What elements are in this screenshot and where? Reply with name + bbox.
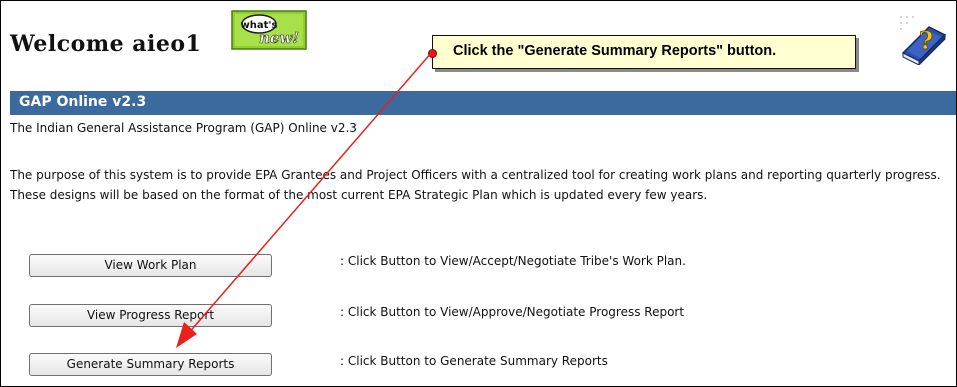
view-progress-report-button[interactable]: View Progress Report <box>29 304 272 327</box>
help-book-icon[interactable]: ? <box>897 13 949 65</box>
generate-summary-reports-button[interactable]: Generate Summary Reports <box>29 353 272 376</box>
instruction-callout: Click the "Generate Summary Reports" but… <box>428 35 856 69</box>
callout-text: Click the "Generate Summary Reports" but… <box>453 43 777 59</box>
svg-text:new!: new! <box>259 29 299 47</box>
welcome-heading: Welcome aieo1 <box>10 31 202 57</box>
whats-new-badge-icon[interactable]: what's new! <box>231 10 307 50</box>
purpose-paragraph: The purpose of this system is to provide… <box>10 168 941 202</box>
callout-anchor-dot <box>428 49 437 58</box>
view-work-plan-description: : Click Button to View/Accept/Negotiate … <box>340 254 686 268</box>
app-title: GAP Online v2.3 <box>19 94 147 110</box>
page-frame: Welcome aieo1 what's new! ? Click the "G… <box>0 0 957 387</box>
view-work-plan-button[interactable]: View Work Plan <box>29 254 272 277</box>
svg-text:?: ? <box>919 26 933 55</box>
app-title-bar: GAP Online v2.3 <box>10 91 956 115</box>
generate-summary-reports-description: : Click Button to Generate Summary Repor… <box>340 354 608 368</box>
app-subtitle: The Indian General Assistance Program (G… <box>10 121 357 135</box>
view-progress-report-description: : Click Button to View/Approve/Negotiate… <box>340 305 685 319</box>
